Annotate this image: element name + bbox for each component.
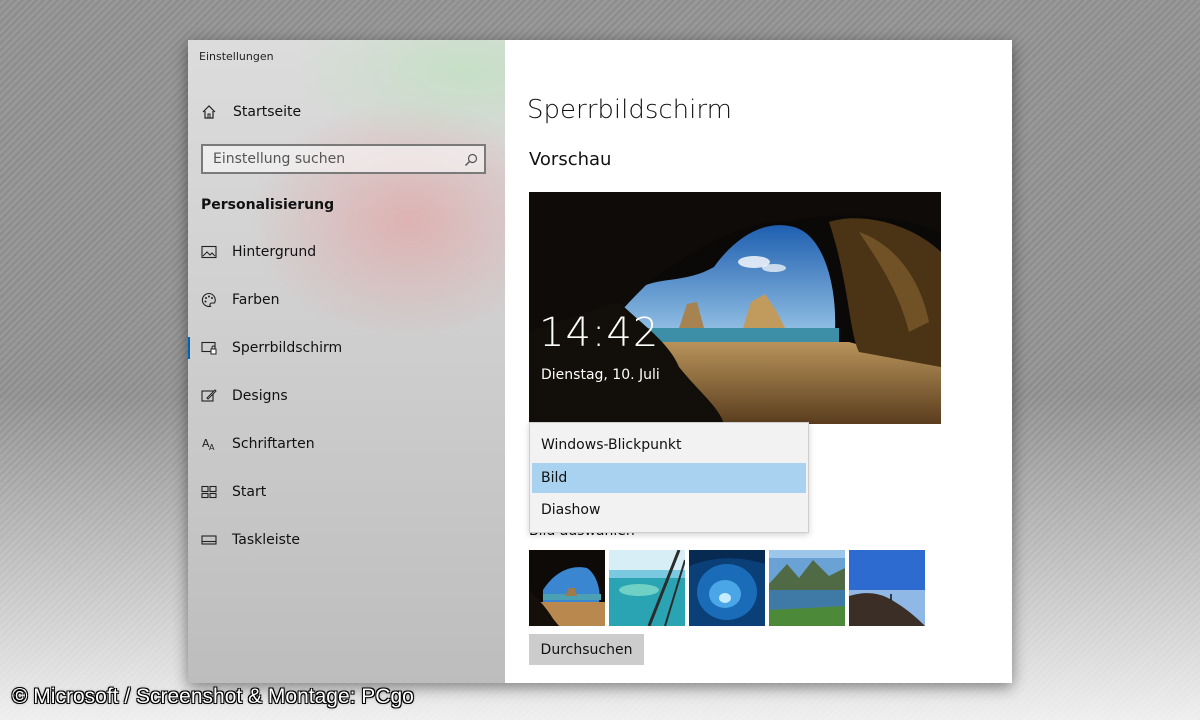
palette-icon — [201, 292, 217, 308]
sidebar-item-designs[interactable]: Designs — [188, 376, 505, 416]
content-pane: Sperrbildschirm Vorschau 14:42 Dienstag,… — [505, 40, 1012, 683]
window-title: Einstellungen — [199, 50, 274, 63]
search-icon[interactable] — [464, 152, 478, 171]
dropdown-option-bild[interactable]: Bild — [532, 463, 806, 493]
nav-home-label: Startseite — [233, 104, 302, 120]
image-credit: © Microsoft / Screenshot & Montage: PCgo — [12, 685, 414, 708]
settings-window: Einstellungen Startseite Einstellung suc… — [188, 40, 1012, 683]
sidebar-item-taskleiste[interactable]: Taskleiste — [188, 520, 505, 560]
sidebar-item-label: Schriftarten — [232, 436, 315, 452]
dropdown-option-windows-blickpunkt[interactable]: Windows-Blickpunkt — [532, 430, 806, 460]
sidebar-item-label: Start — [232, 484, 267, 500]
dropdown-option-label: Windows-Blickpunkt — [541, 437, 682, 453]
preview-date: Dienstag, 10. Juli — [541, 367, 660, 383]
sidebar: Einstellungen Startseite Einstellung suc… — [188, 40, 505, 683]
thumbnail-mountain-lake[interactable] — [769, 550, 845, 626]
sidebar-item-farben[interactable]: Farben — [188, 280, 505, 320]
preview-image — [529, 192, 941, 424]
search-input[interactable]: Einstellung suchen — [201, 144, 486, 174]
nav-home[interactable]: Startseite — [188, 92, 505, 132]
thumbnail-ice-cave[interactable] — [689, 550, 765, 626]
pencil-icon — [201, 388, 217, 404]
page-title: Sperrbildschirm — [527, 95, 732, 125]
font-icon: AA — [201, 436, 217, 452]
search-placeholder: Einstellung suchen — [213, 151, 346, 167]
sidebar-item-label: Sperrbildschirm — [232, 340, 343, 356]
sidebar-item-hintergrund[interactable]: Hintergrund — [188, 232, 505, 272]
lock-screen-icon — [201, 340, 217, 356]
dropdown-option-diashow[interactable]: Diashow — [532, 495, 806, 525]
sidebar-item-label: Designs — [232, 388, 288, 404]
dropdown-option-label: Diashow — [541, 502, 601, 518]
sidebar-item-label: Hintergrund — [232, 244, 317, 260]
background-dropdown-list[interactable]: Windows-Blickpunkt Bild Diashow — [529, 422, 809, 533]
dropdown-option-label: Bild — [541, 470, 568, 486]
thumbnail-cliff-sky[interactable] — [849, 550, 925, 626]
browse-button[interactable]: Durchsuchen — [529, 634, 644, 665]
sidebar-item-sperrbildschirm[interactable]: Sperrbildschirm — [188, 328, 505, 368]
preview-clock: 14:42 — [539, 310, 660, 356]
sidebar-item-label: Taskleiste — [232, 532, 301, 548]
image-icon — [201, 244, 217, 260]
svg-text:A: A — [209, 443, 215, 452]
sidebar-item-label: Farben — [232, 292, 280, 308]
thumbnail-cave-beach[interactable] — [529, 550, 605, 626]
lock-screen-preview: 14:42 Dienstag, 10. Juli — [529, 192, 941, 424]
section-title: Personalisierung — [201, 197, 335, 213]
thumbnail-sea-glass[interactable] — [609, 550, 685, 626]
start-grid-icon — [201, 484, 217, 500]
sidebar-item-start[interactable]: Start — [188, 472, 505, 512]
home-icon — [201, 104, 217, 120]
taskbar-icon — [201, 532, 217, 548]
preview-heading: Vorschau — [529, 149, 612, 170]
sidebar-item-schriftarten[interactable]: AA Schriftarten — [188, 424, 505, 464]
